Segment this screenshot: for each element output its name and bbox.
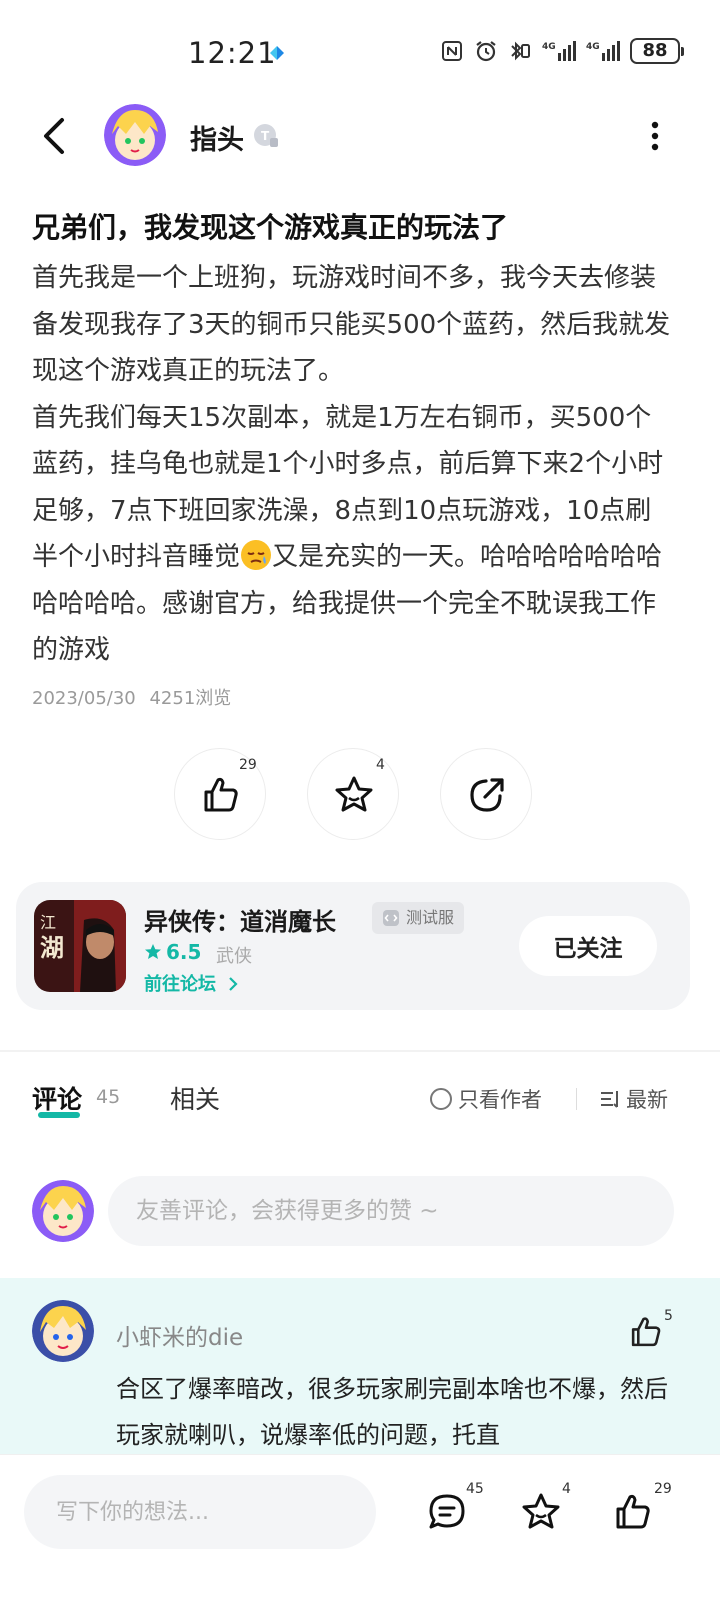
svg-text:江: 江 [40, 913, 56, 932]
bluetooth-vibrate-icon [511, 41, 530, 61]
svg-text:4G: 4G [542, 42, 556, 52]
code-icon [383, 910, 399, 926]
bottom-star-icon[interactable] [520, 1491, 562, 1533]
game-icon[interactable]: 江 湖 [34, 900, 126, 992]
sort-icon [601, 1091, 618, 1108]
sleepy-face-emoji-icon [241, 540, 272, 570]
radio-icon [430, 1088, 452, 1110]
bottom-like-count: 29 [654, 1481, 672, 1497]
favorite-button[interactable]: 4 [307, 748, 399, 840]
game-card[interactable]: 江 湖 异侠传：道消魔长 测试服 6.5 武侠 前往论坛 已关注 [16, 882, 690, 1010]
post-actions: 29 4 [174, 748, 534, 842]
section-divider [0, 1050, 720, 1052]
svg-text:T: T [261, 129, 270, 143]
only-author-label: 只看作者 [458, 1088, 542, 1112]
test-server-tag: 测试服 [372, 902, 465, 934]
post-title: 兄弟们，我发现这个游戏真正的玩法了 [32, 211, 509, 244]
sort-toggle[interactable]: 最新 [598, 1084, 668, 1114]
post-date: 2023/05/30 [32, 688, 136, 709]
post-paragraph: 首先我是一个上班狗，玩游戏时间不多，我今天去修装备发现我存了3天的铜币只能买50… [32, 263, 671, 386]
tab-comments[interactable]: 评论 [32, 1080, 82, 1116]
status-icons: 4G 4G 88 [440, 38, 684, 64]
svg-text:4G: 4G [586, 42, 600, 52]
thought-input[interactable] [24, 1475, 376, 1549]
favorite-count: 4 [376, 757, 385, 773]
share-button[interactable] [440, 748, 532, 840]
comment-text: 合区了爆率暗改，很多玩家刷完副本啥也不爆，然后玩家就喇叭，说爆率低的问题，托直 [116, 1375, 668, 1449]
like-count: 29 [239, 757, 257, 773]
back-arrow-icon[interactable] [36, 116, 72, 156]
star-icon [335, 776, 373, 812]
rating-star-icon [145, 944, 161, 959]
game-genre: 武侠 [216, 946, 252, 967]
comment-like-count: 5 [664, 1308, 673, 1324]
comment-item: 小虾米的die 5 合区了爆率暗改，很多玩家刷完副本啥也不爆，然后玩家就喇叭，说… [0, 1278, 720, 1458]
tab-related[interactable]: 相关 [170, 1080, 220, 1116]
post-header: 指头 T [0, 100, 720, 176]
more-vertical-icon[interactable] [646, 118, 664, 154]
nfc-icon [442, 41, 462, 61]
tab-separator [576, 1088, 577, 1110]
author-name[interactable]: 指头 [190, 118, 244, 157]
goto-forum-link[interactable]: 前往论坛 [144, 970, 240, 996]
signal-4g-icon: 4G [542, 41, 576, 61]
thumbs-up-icon [204, 777, 238, 812]
commenter-name[interactable]: 小虾米的die [116, 1318, 243, 1352]
game-rating: 6.5 [144, 940, 201, 964]
alarm-icon [476, 41, 496, 62]
bottom-comment-count: 45 [466, 1481, 484, 1497]
signal-4g-icon-2: 4G [586, 41, 620, 61]
comment-input[interactable] [108, 1176, 674, 1246]
chevron-right-icon [229, 977, 238, 991]
share-icon [470, 778, 504, 812]
sort-label: 最新 [626, 1088, 668, 1112]
bottom-thumbs-up-icon[interactable] [612, 1491, 654, 1533]
post-views: 4251浏览 [149, 688, 232, 709]
my-avatar [32, 1180, 94, 1242]
post-paragraph-2: 首先我们每天15次副本，就是1万左右铜币，买500个蓝药，挂乌龟也就是1个小时多… [32, 395, 674, 674]
goto-forum-label: 前往论坛 [144, 974, 216, 995]
comment-like-icon[interactable] [628, 1314, 664, 1350]
tab-comments-count: 45 [96, 1086, 121, 1108]
follow-button[interactable]: 已关注 [519, 916, 657, 976]
battery-indicator: 88 [630, 38, 684, 64]
like-button[interactable]: 29 [174, 748, 266, 840]
status-bar: 12:21 4G 4G 88 [0, 0, 720, 100]
game-name[interactable]: 异侠传：道消魔长 [144, 902, 336, 937]
app-notification-icon [270, 46, 284, 60]
post-meta: 2023/05/30 4251浏览 [32, 684, 239, 710]
game-rating-value: 6.5 [166, 940, 202, 964]
bottom-favorite-count: 4 [562, 1481, 571, 1497]
commenter-avatar[interactable] [32, 1300, 94, 1362]
only-author-toggle[interactable]: 只看作者 [430, 1084, 542, 1114]
svg-text:湖: 湖 [40, 933, 64, 962]
post-body: 首先我是一个上班狗，玩游戏时间不多，我今天去修装备发现我存了3天的铜币只能买50… [32, 255, 674, 674]
test-server-label: 测试服 [406, 908, 455, 927]
author-avatar[interactable] [104, 104, 166, 166]
tab-active-indicator [38, 1112, 80, 1118]
user-level-badge-icon: T [254, 124, 278, 147]
status-time: 12:21 [188, 36, 277, 70]
comment-icon[interactable] [426, 1491, 468, 1533]
comment-tabs: 评论 45 相关 只看作者 最新 [0, 1072, 720, 1128]
bottom-bar: 45 4 29 [0, 1454, 720, 1600]
